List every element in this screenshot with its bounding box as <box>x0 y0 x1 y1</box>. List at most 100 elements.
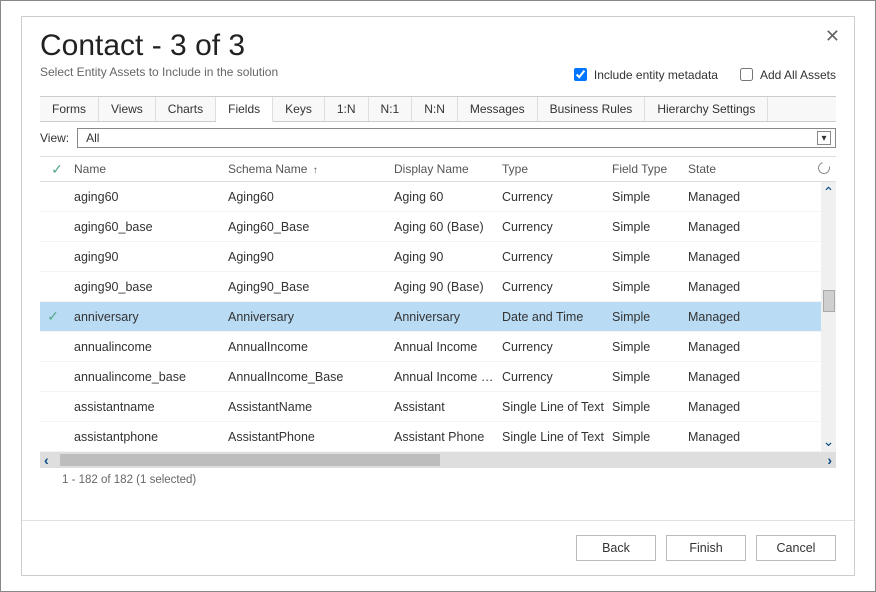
refresh-button[interactable] <box>758 162 836 177</box>
scroll-down-icon[interactable]: ⌄ <box>823 431 835 452</box>
table-row[interactable]: aging90Aging90Aging 90CurrencySimpleMana… <box>40 242 836 272</box>
cell-schema: AssistantPhone <box>228 430 394 444</box>
scroll-up-icon[interactable]: ⌃ <box>823 182 835 203</box>
horizontal-scrollbar[interactable]: ‹ › <box>40 452 836 468</box>
include-metadata-label: Include entity metadata <box>594 68 718 82</box>
view-label: View: <box>40 131 69 145</box>
cell-state: Managed <box>688 310 758 324</box>
cell-name: assistantname <box>74 400 228 414</box>
cell-type: Currency <box>502 340 612 354</box>
col-name[interactable]: Name <box>74 162 228 176</box>
vertical-scrollbar[interactable]: ⌃ ⌄ <box>821 182 836 452</box>
tab-views[interactable]: Views <box>99 97 156 121</box>
col-state[interactable]: State <box>688 162 758 176</box>
table-row[interactable]: assistantphoneAssistantPhoneAssistant Ph… <box>40 422 836 452</box>
cell-name: aging60_base <box>74 220 228 234</box>
sort-asc-icon: ↑ <box>313 165 318 176</box>
cell-state: Managed <box>688 190 758 204</box>
cell-state: Managed <box>688 430 758 444</box>
scroll-left-icon[interactable]: ‹ <box>44 452 49 468</box>
add-all-assets-toggle[interactable]: Add All Assets <box>736 65 836 84</box>
back-button[interactable]: Back <box>576 535 656 561</box>
tab-1-n[interactable]: 1:N <box>325 97 369 121</box>
scroll-thumb[interactable] <box>823 290 835 312</box>
cell-schema: Aging60 <box>228 190 394 204</box>
cell-display: Aging 90 (Base) <box>394 280 502 294</box>
col-schema[interactable]: Schema Name ↑ <box>228 162 394 176</box>
cell-state: Managed <box>688 280 758 294</box>
cell-display: Aging 90 <box>394 250 502 264</box>
status-text: 1 - 182 of 182 (1 selected) <box>58 468 818 494</box>
dialog: ✕ Contact - 3 of 3 Select Entity Assets … <box>21 16 855 576</box>
cell-field-type: Simple <box>612 190 688 204</box>
row-check[interactable]: ✓ <box>40 308 74 325</box>
include-metadata-checkbox[interactable] <box>574 68 587 81</box>
cell-schema: Anniversary <box>228 310 394 324</box>
cell-type: Single Line of Text <box>502 430 612 444</box>
cell-name: aging90_base <box>74 280 228 294</box>
cell-state: Managed <box>688 340 758 354</box>
cell-field-type: Simple <box>612 430 688 444</box>
cell-state: Managed <box>688 370 758 384</box>
cancel-button[interactable]: Cancel <box>756 535 836 561</box>
cell-type: Single Line of Text <box>502 400 612 414</box>
cell-schema: Aging90_Base <box>228 280 394 294</box>
table-row[interactable]: annualincome_baseAnnualIncome_BaseAnnual… <box>40 362 836 392</box>
fields-grid: ✓ Name Schema Name ↑ Display Name Type F… <box>40 156 836 494</box>
refresh-icon <box>816 159 832 175</box>
cell-field-type: Simple <box>612 280 688 294</box>
cell-schema: AnnualIncome_Base <box>228 370 394 384</box>
tab-business-rules[interactable]: Business Rules <box>538 97 646 121</box>
tab-charts[interactable]: Charts <box>156 97 216 121</box>
tab-hierarchy-settings[interactable]: Hierarchy Settings <box>645 97 768 121</box>
tab-messages[interactable]: Messages <box>458 97 538 121</box>
cell-field-type: Simple <box>612 220 688 234</box>
close-icon[interactable]: ✕ <box>825 27 840 45</box>
grid-body: aging60Aging60Aging 60CurrencySimpleMana… <box>40 182 836 452</box>
cell-type: Currency <box>502 190 612 204</box>
cell-state: Managed <box>688 220 758 234</box>
col-type[interactable]: Type <box>502 162 612 176</box>
cell-display: Aging 60 (Base) <box>394 220 502 234</box>
col-display[interactable]: Display Name <box>394 162 502 176</box>
cell-type: Currency <box>502 370 612 384</box>
tab-n-1[interactable]: N:1 <box>369 97 413 121</box>
view-dropdown[interactable]: All ▾ <box>77 128 836 148</box>
table-row[interactable]: assistantnameAssistantNameAssistantSingl… <box>40 392 836 422</box>
table-row[interactable]: aging60Aging60Aging 60CurrencySimpleMana… <box>40 182 836 212</box>
table-row[interactable]: annualincomeAnnualIncomeAnnual IncomeCur… <box>40 332 836 362</box>
cell-display: Assistant Phone <box>394 430 502 444</box>
dialog-footer: Back Finish Cancel <box>22 520 854 575</box>
tab-fields[interactable]: Fields <box>216 97 273 122</box>
scroll-right-icon[interactable]: › <box>827 452 832 468</box>
cell-display: Anniversary <box>394 310 502 324</box>
table-row[interactable]: aging60_baseAging60_BaseAging 60 (Base)C… <box>40 212 836 242</box>
tab-forms[interactable]: Forms <box>40 97 99 121</box>
cell-display: Assistant <box>394 400 502 414</box>
table-row[interactable]: ✓anniversaryAnniversaryAnniversaryDate a… <box>40 302 836 332</box>
cell-state: Managed <box>688 250 758 264</box>
col-field-type[interactable]: Field Type <box>612 162 688 176</box>
select-all-checkbox[interactable]: ✓ <box>40 161 74 178</box>
tab-n-n[interactable]: N:N <box>412 97 458 121</box>
cell-field-type: Simple <box>612 310 688 324</box>
cell-name: aging60 <box>74 190 228 204</box>
chevron-down-icon: ▾ <box>817 131 831 145</box>
finish-button[interactable]: Finish <box>666 535 746 561</box>
cell-display: Aging 60 <box>394 190 502 204</box>
cell-display: Annual Income (... <box>394 370 502 384</box>
hscroll-thumb[interactable] <box>60 454 440 466</box>
cell-type: Date and Time <box>502 310 612 324</box>
col-schema-label: Schema Name <box>228 162 307 176</box>
cell-field-type: Simple <box>612 250 688 264</box>
cell-name: anniversary <box>74 310 228 324</box>
tab-keys[interactable]: Keys <box>273 97 325 121</box>
cell-name: annualincome <box>74 340 228 354</box>
include-metadata-toggle[interactable]: Include entity metadata <box>570 65 718 84</box>
grid-header: ✓ Name Schema Name ↑ Display Name Type F… <box>40 156 836 182</box>
table-row[interactable]: aging90_baseAging90_BaseAging 90 (Base)C… <box>40 272 836 302</box>
cell-field-type: Simple <box>612 340 688 354</box>
cell-type: Currency <box>502 220 612 234</box>
add-all-assets-checkbox[interactable] <box>740 68 753 81</box>
cell-schema: AssistantName <box>228 400 394 414</box>
